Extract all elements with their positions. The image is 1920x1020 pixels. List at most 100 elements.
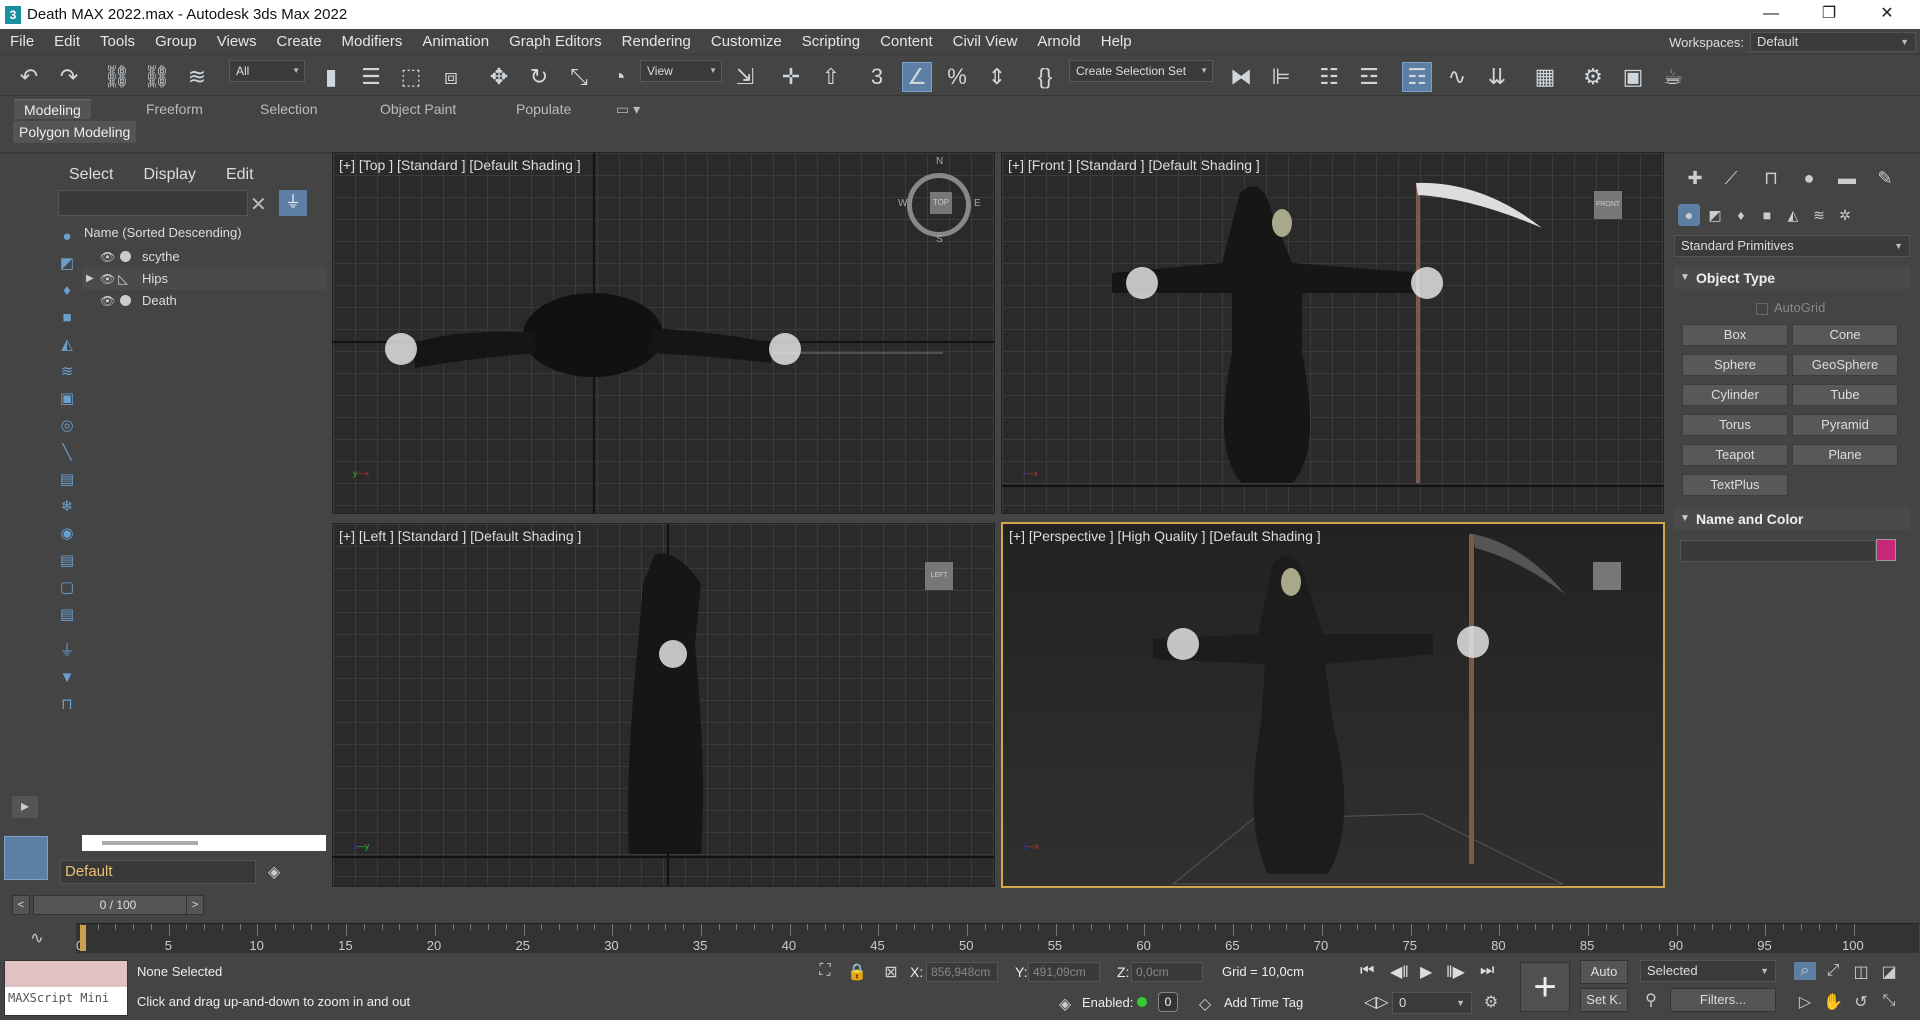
zoom-all-icon[interactable]: ⤢ <box>1822 962 1844 980</box>
menu-arnold[interactable]: Arnold <box>1027 29 1090 55</box>
sphere-button[interactable]: Sphere <box>1682 354 1788 376</box>
placement-icon[interactable]: ◔ <box>604 62 634 92</box>
explorer-row-death[interactable]: 👁 Death <box>82 290 326 312</box>
explorer-select-menu[interactable]: Select <box>54 166 128 184</box>
visibility-eye-icon[interactable]: 👁 <box>100 268 115 290</box>
previous-key-icon[interactable]: ◀‖ <box>1390 962 1409 982</box>
explorer-row-scythe[interactable]: 👁 scythe <box>82 246 326 268</box>
tab-modeling[interactable]: Modeling <box>14 99 91 119</box>
maxscript-input[interactable]: MAXScript Mini <box>5 987 127 1015</box>
menu-views[interactable]: Views <box>207 29 267 55</box>
tab-selection[interactable]: Selection <box>250 99 328 119</box>
viewport-top[interactable]: TOP N S E W y—x [+] [Top ] [Standard ] [… <box>332 152 995 514</box>
explorer-filter-icon[interactable]: ⏚ <box>279 190 307 216</box>
prev-frame-icon[interactable]: < <box>12 895 30 915</box>
rotate-icon[interactable]: ↻ <box>524 62 554 92</box>
display-tab-icon[interactable]: ▬ <box>1834 168 1860 192</box>
object-name-field[interactable] <box>1680 540 1876 562</box>
key-filters-icon[interactable]: ⚲ <box>1640 990 1662 1010</box>
category-dropdown[interactable]: Standard Primitives <box>1674 235 1910 257</box>
ref-coord-dropdown[interactable]: View <box>640 60 722 82</box>
visibility-eye-icon[interactable]: 👁 <box>100 290 115 312</box>
link-icon[interactable]: ⛓ <box>102 62 132 92</box>
object-type-rollout[interactable]: Object Type <box>1674 267 1910 289</box>
redo-icon[interactable]: ↷ <box>54 62 84 92</box>
curve-editor-icon[interactable]: ∿ <box>1442 62 1472 92</box>
menu-create[interactable]: Create <box>267 29 332 55</box>
tube-button[interactable]: Tube <box>1792 384 1898 406</box>
autogrid-checkbox[interactable]: AutoGrid <box>1756 300 1825 315</box>
material-editor-icon[interactable]: ▦ <box>1530 62 1560 92</box>
toggle-ribbon-icon[interactable]: ☲ <box>1354 62 1384 92</box>
explorer-edit-menu[interactable]: Edit <box>211 166 269 184</box>
viewport-label[interactable]: [+] [Front ] [Standard ] [Default Shadin… <box>1008 157 1260 173</box>
zoom-icon[interactable]: ⌕ <box>1794 962 1816 980</box>
viewcube-front[interactable]: FRONT <box>1594 191 1622 219</box>
manipulate-icon[interactable]: ✛ <box>776 62 806 92</box>
viewport-left[interactable]: LEFT z—y [+] [Left ] [Standard ] [Defaul… <box>332 523 995 887</box>
maxscript-output[interactable] <box>5 961 127 987</box>
window-crossing-icon[interactable]: ⧈ <box>436 62 466 92</box>
zoom-extents-icon[interactable]: ◫ <box>1850 962 1872 982</box>
pyramid-button[interactable]: Pyramid <box>1792 414 1898 436</box>
viewport-front[interactable]: FRONT z—x [+] [Front ] [Standard ] [Defa… <box>1001 152 1664 514</box>
cameras-sub-icon[interactable]: ■ <box>1756 204 1778 226</box>
utilities-tab-icon[interactable]: ✎ <box>1872 168 1898 192</box>
key-filter-dropdown[interactable]: Selected <box>1640 960 1776 982</box>
set-key-button[interactable]: Set K. <box>1580 988 1628 1012</box>
render-setup-icon[interactable]: ⚙ <box>1578 62 1608 92</box>
menu-file[interactable]: File <box>0 29 44 55</box>
plane-button[interactable]: Plane <box>1792 444 1898 466</box>
menu-customize[interactable]: Customize <box>701 29 792 55</box>
time-slider[interactable]: 0 / 100 <box>33 895 203 915</box>
viewcube-top[interactable]: TOP <box>930 192 952 214</box>
current-frame-spinner[interactable]: 0 <box>1392 992 1472 1014</box>
viewport-perspective[interactable]: z—x [+] [Perspective ] [High Quality ] [… <box>1001 522 1665 888</box>
keyboard-shortcut-icon[interactable]: ⇧ <box>816 62 846 92</box>
move-icon[interactable]: ✥ <box>484 62 514 92</box>
lights-sub-icon[interactable]: ♦ <box>1730 204 1752 226</box>
snaps-toggle-icon[interactable]: 3 <box>862 62 892 92</box>
maxscript-listener[interactable]: MAXScript Mini <box>4 960 128 1016</box>
play-icon[interactable]: ▶ <box>1420 962 1432 982</box>
viewport-label[interactable]: [+] [Top ] [Standard ] [Default Shading … <box>339 157 581 173</box>
next-frame-icon[interactable]: > <box>186 895 204 915</box>
bind-space-warp-icon[interactable]: ≋ <box>182 62 212 92</box>
auto-key-button[interactable]: Auto <box>1580 960 1628 984</box>
key-mode-icon[interactable]: ◁▷ <box>1364 992 1389 1012</box>
explorer-display-menu[interactable]: Display <box>128 166 210 184</box>
spinner-snap-icon[interactable]: ⇕ <box>982 62 1012 92</box>
viewport-layout-icon[interactable] <box>4 836 48 880</box>
select-object-icon[interactable]: ▮ <box>316 62 346 92</box>
menu-scripting[interactable]: Scripting <box>792 29 870 55</box>
percent-snap-icon[interactable]: % <box>942 62 972 92</box>
menu-modifiers[interactable]: Modifiers <box>332 29 413 55</box>
lock-selection-icon[interactable]: 🔒 <box>846 962 868 982</box>
menu-rendering[interactable]: Rendering <box>612 29 701 55</box>
time-cursor[interactable] <box>80 925 86 951</box>
angle-snap-icon[interactable]: ∠ <box>902 62 932 92</box>
scale-icon[interactable]: ⤡ <box>564 62 594 92</box>
torus-button[interactable]: Torus <box>1682 414 1788 436</box>
y-coordinate[interactable]: 491,09cm <box>1028 962 1100 982</box>
geometry-sub-icon[interactable]: ● <box>1678 204 1700 226</box>
hierarchy-tab-icon[interactable]: ⊓ <box>1758 168 1784 192</box>
explorer-column-header[interactable]: Name (Sorted Descending) <box>82 223 326 243</box>
orbit-icon[interactable]: ↺ <box>1850 992 1872 1012</box>
z-coordinate[interactable]: 0,0cm <box>1131 962 1203 982</box>
maximize-viewport-icon[interactable]: ⤡ <box>1878 992 1900 1010</box>
go-to-end-icon[interactable]: ⏭ <box>1480 962 1494 980</box>
select-by-name-icon[interactable]: ☰ <box>356 62 386 92</box>
pan-icon[interactable]: ✋ <box>1822 992 1844 1012</box>
mirror-icon[interactable]: ⧓ <box>1226 62 1256 92</box>
align-icon[interactable]: ⊫ <box>1266 62 1296 92</box>
explorer-scrollbar[interactable] <box>82 835 326 851</box>
clear-search-icon[interactable]: ✕ <box>250 192 267 217</box>
object-color-swatch[interactable] <box>1876 539 1896 561</box>
compass[interactable]: TOP N S E W <box>898 156 981 245</box>
menu-help[interactable]: Help <box>1091 29 1142 55</box>
cone-button[interactable]: Cone <box>1792 324 1898 346</box>
close-button[interactable]: ✕ <box>1858 0 1916 29</box>
go-to-start-icon[interactable]: ⏮ <box>1360 962 1374 980</box>
pivot-icon[interactable]: ⇲ <box>730 62 760 92</box>
